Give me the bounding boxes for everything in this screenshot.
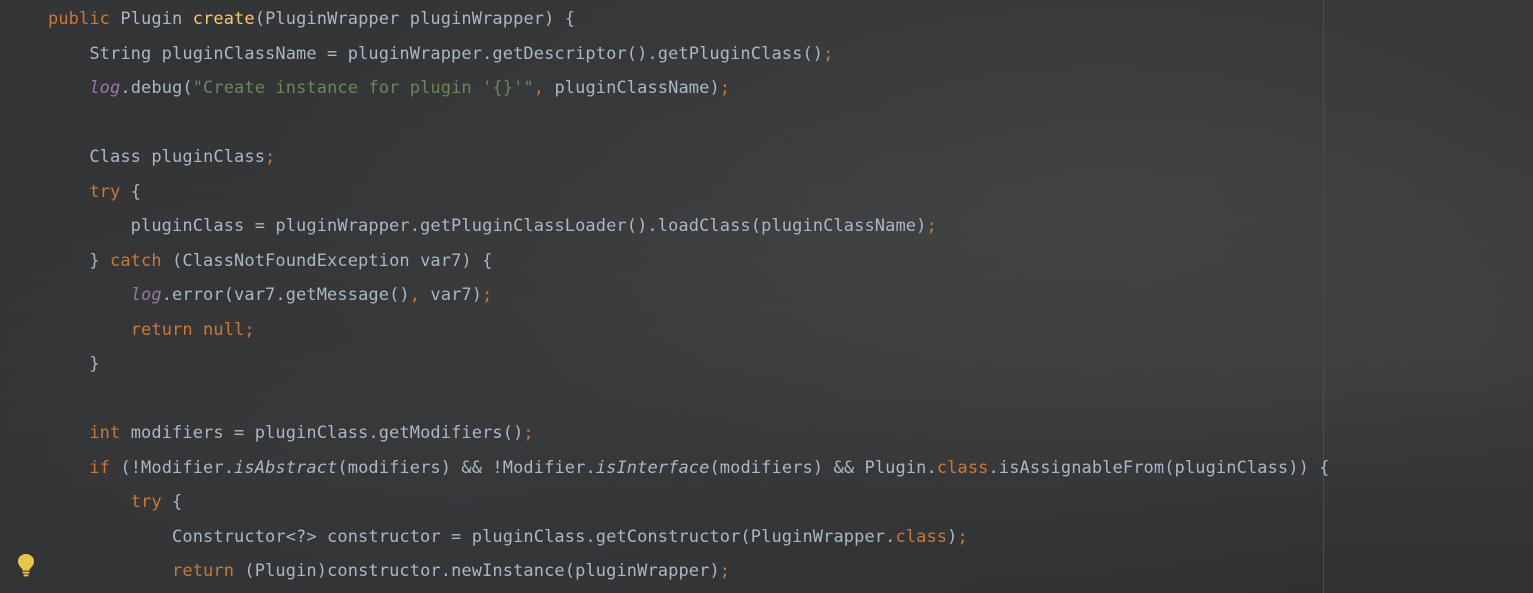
code-token: (Plugin)constructor.newInstance(pluginWr… [244, 561, 720, 581]
code-line[interactable]: Constructor<?> constructor = pluginClass… [48, 520, 1508, 555]
code-token: , [409, 285, 431, 305]
code-token: .error(var7.getMessage() [161, 285, 410, 305]
code-line[interactable]: try { [48, 175, 1508, 210]
code-token: } [48, 354, 100, 374]
code-line[interactable]: try { [48, 485, 1508, 520]
code-token: public [48, 9, 121, 29]
code-token: modifiers = pluginClass.getModifiers() [130, 423, 524, 443]
code-line[interactable]: } [48, 347, 1508, 382]
code-token: { [172, 492, 183, 512]
code-token: ; [523, 423, 534, 443]
code-token: ; [719, 78, 731, 98]
code-line[interactable]: if (!Modifier.isAbstract(modifiers) && !… [48, 451, 1508, 486]
code-token: isAbstract [234, 457, 338, 478]
code-token: ) [947, 526, 958, 547]
code-line[interactable]: log.error(var7.getMessage(), var7); [48, 278, 1508, 313]
code-token: .debug( [120, 78, 193, 98]
code-token: log [130, 285, 162, 305]
code-token: String pluginClassName = pluginWrapper.g… [48, 43, 824, 64]
code-token: ; [719, 561, 731, 581]
code-token: Constructor<?> constructor = pluginClass… [48, 526, 896, 547]
code-token: int [89, 423, 131, 443]
code-token: pluginClass = pluginWrapper.getPluginCla… [48, 216, 927, 236]
code-token: try [89, 181, 131, 202]
code-token: create [192, 9, 255, 29]
code-line[interactable] [48, 106, 1508, 141]
code-token: isInterface [595, 457, 710, 478]
code-token: Plugin [120, 9, 193, 29]
code-token: (ClassNotFoundException var7) { [172, 250, 493, 271]
code-token: ; [926, 216, 937, 236]
code-token: class [895, 526, 948, 547]
code-token: return [172, 561, 245, 581]
lightbulb-icon[interactable] [16, 552, 36, 578]
code-token: catch [110, 250, 173, 271]
code-line[interactable]: String pluginClassName = pluginWrapper.g… [48, 37, 1508, 72]
code-token: pluginClassName) [554, 78, 720, 98]
code-token: ; [265, 147, 276, 167]
code-token: class [936, 457, 989, 478]
code-token: try [130, 492, 173, 512]
code-token: ; [823, 43, 834, 64]
code-editor[interactable]: public Plugin create(PluginWrapper plugi… [48, 2, 1508, 589]
code-line[interactable]: } catch (ClassNotFoundException var7) { [48, 244, 1508, 279]
code-token: log [89, 78, 121, 98]
code-token: "Create instance for plugin '{}'" [192, 78, 534, 98]
code-line[interactable] [48, 382, 1508, 417]
code-token: return null; [130, 319, 255, 340]
code-token: ; [957, 526, 968, 547]
code-token: if [89, 457, 121, 478]
code-line[interactable]: public Plugin create(PluginWrapper plugi… [48, 2, 1508, 37]
code-line[interactable]: int modifiers = pluginClass.getModifiers… [48, 416, 1508, 451]
code-token: , [533, 78, 555, 98]
code-token: (PluginWrapper pluginWrapper) { [254, 9, 576, 29]
code-token: (!Modifier. [120, 457, 235, 478]
code-line[interactable]: return null; [48, 313, 1508, 348]
code-line[interactable]: Class pluginClass; [48, 140, 1508, 175]
code-line[interactable]: pluginClass = pluginWrapper.getPluginCla… [48, 209, 1508, 244]
code-token: (modifiers) && Plugin. [709, 457, 937, 478]
code-token: Class pluginClass [48, 147, 266, 167]
code-token: ; [482, 285, 493, 305]
code-token: (modifiers) && !Modifier. [337, 457, 596, 478]
code-line[interactable]: return (Plugin)constructor.newInstance(p… [48, 554, 1508, 589]
code-line[interactable]: log.debug("Create instance for plugin '{… [48, 71, 1508, 106]
code-token: } [48, 250, 111, 271]
code-token: { [130, 181, 142, 202]
code-token: var7) [430, 285, 483, 305]
code-token: .isAssignableFrom(pluginClass)) { [988, 457, 1330, 478]
